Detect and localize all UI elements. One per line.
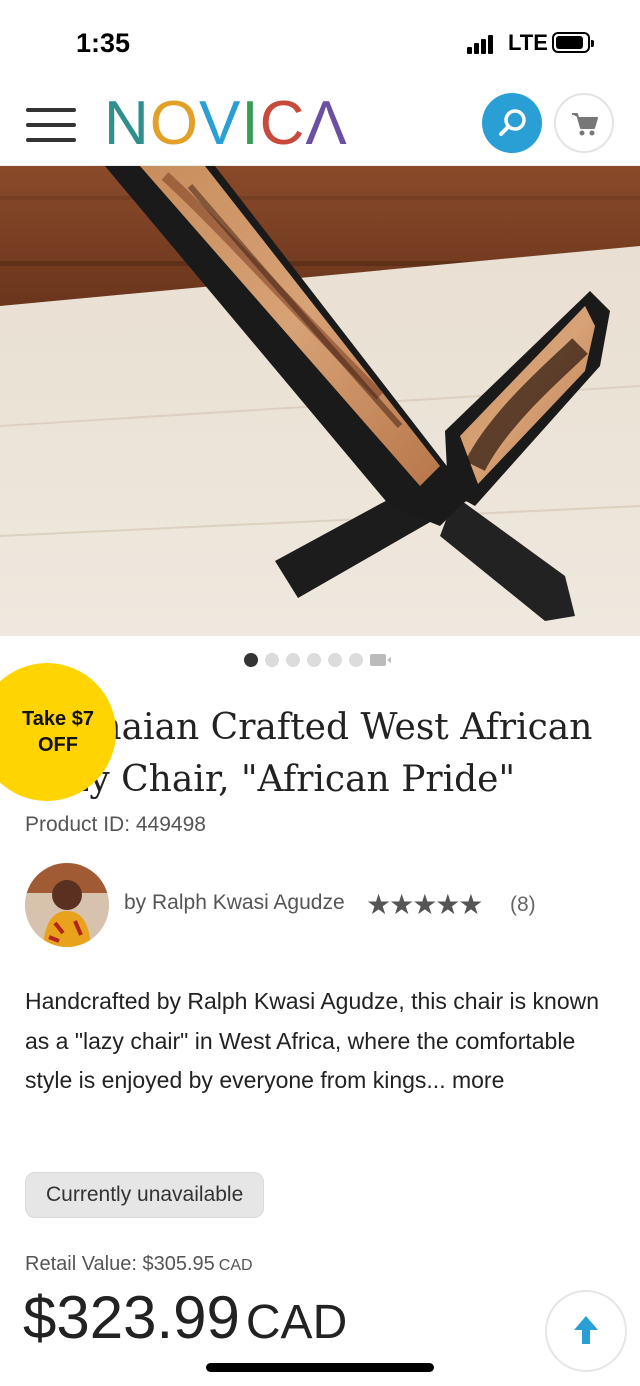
battery-icon: [552, 32, 594, 53]
status-time: 1:35: [76, 28, 131, 58]
arrow-up-icon: [574, 1316, 598, 1344]
carousel-dots[interactable]: [244, 652, 391, 668]
logo-letter: O: [149, 88, 200, 158]
search-icon: [499, 109, 526, 136]
hamburger-menu-icon[interactable]: [26, 108, 76, 142]
status-bar: 1:35 LTE: [0, 0, 640, 86]
promo-line2: OFF: [38, 734, 78, 756]
price-amount: $323.99: [23, 1284, 240, 1351]
carousel-dot[interactable]: [349, 653, 363, 667]
carousel-dot[interactable]: [286, 653, 300, 667]
artist-name[interactable]: by Ralph Kwasi Agudze: [124, 891, 345, 915]
site-header: NOVICΛ: [0, 86, 640, 166]
novica-logo[interactable]: NOVICΛ: [104, 88, 348, 158]
rating-stars[interactable]: ★★★★★: [366, 888, 484, 921]
search-button[interactable]: [482, 93, 542, 153]
home-indicator: [206, 1363, 434, 1372]
cart-icon: [572, 113, 598, 136]
logo-letter: V: [199, 88, 242, 158]
product-id: Product ID: 449498: [25, 813, 206, 836]
retail-value-text: Retail Value: $305.95: [25, 1253, 215, 1275]
price-currency: CAD: [245, 1296, 348, 1349]
logo-letter: I: [241, 88, 260, 158]
logo-letter: Λ: [305, 88, 348, 158]
retail-currency: CAD: [218, 1257, 253, 1274]
signal-strength-icon: [467, 32, 501, 54]
review-count[interactable]: (8): [510, 893, 536, 917]
network-label: LTE: [508, 30, 548, 55]
product-title-line2: Lazy Chair, "African Pride": [25, 759, 516, 800]
product-title: Ghanaian Crafted West African Lazy Chair…: [25, 702, 625, 806]
back-to-top-button[interactable]: [545, 1290, 627, 1372]
cart-button[interactable]: [554, 93, 614, 153]
carousel-dot[interactable]: [244, 653, 258, 667]
more-link[interactable]: more: [452, 1067, 504, 1093]
availability-badge: Currently unavailable: [25, 1172, 265, 1218]
video-camera-icon[interactable]: [370, 654, 391, 666]
retail-value: Retail Value: $305.95 CAD: [25, 1253, 253, 1276]
carousel-dot[interactable]: [265, 653, 279, 667]
carousel-dot[interactable]: [307, 653, 321, 667]
promo-line1: Take $7: [22, 708, 94, 730]
product-description: Handcrafted by Ralph Kwasi Agudze, this …: [25, 982, 615, 1101]
artist-avatar[interactable]: [25, 863, 109, 947]
carousel-dot[interactable]: [328, 653, 342, 667]
price: $323.99 CAD: [23, 1283, 347, 1352]
logo-letter: N: [104, 88, 150, 158]
logo-letter: C: [259, 88, 306, 158]
description-text: Handcrafted by Ralph Kwasi Agudze, this …: [25, 988, 600, 1093]
product-image[interactable]: [0, 166, 640, 636]
